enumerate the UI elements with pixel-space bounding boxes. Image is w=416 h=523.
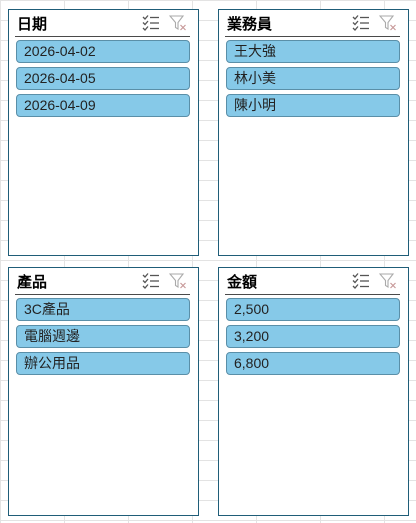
slicer-item[interactable]: 2026-04-05	[16, 67, 190, 90]
slicer-header: 金額	[225, 268, 400, 295]
slicer-item[interactable]: 2,500	[226, 298, 400, 321]
slicer-item[interactable]: 辦公用品	[16, 352, 190, 375]
slicer-item[interactable]: 2026-04-02	[16, 40, 190, 63]
multi-select-icon[interactable]	[352, 14, 370, 32]
slicer-item[interactable]: 2026-04-09	[16, 94, 190, 117]
slicer-item[interactable]: 陳小明	[226, 94, 400, 117]
slicer-salesperson: 業務員 王大強 林小美 陳小明	[218, 9, 409, 256]
clear-filter-icon[interactable]	[379, 272, 397, 290]
slicer-title: 產品	[17, 273, 48, 291]
slicer-item[interactable]: 6,800	[226, 352, 400, 375]
slicer-date: 日期 2026-04-02 2026-04-05 2026-04-09	[8, 9, 199, 256]
multi-select-icon[interactable]	[142, 14, 160, 32]
slicer-title: 業務員	[227, 15, 273, 33]
slicer-items: 2,500 3,200 6,800	[226, 298, 400, 379]
slicer-item[interactable]: 王大強	[226, 40, 400, 63]
slicer-item[interactable]: 電腦週邊	[16, 325, 190, 348]
clear-filter-icon[interactable]	[379, 14, 397, 32]
multi-select-icon[interactable]	[352, 272, 370, 290]
clear-filter-icon[interactable]	[169, 272, 187, 290]
slicer-items: 3C產品 電腦週邊 辦公用品	[16, 298, 190, 379]
slicer-product: 產品 3C產品 電腦週邊 辦公用品	[8, 267, 199, 516]
clear-filter-icon[interactable]	[169, 14, 187, 32]
slicer-items: 2026-04-02 2026-04-05 2026-04-09	[16, 40, 190, 121]
slicer-header: 產品	[15, 268, 190, 295]
slicer-header: 日期	[15, 10, 190, 37]
slicer-amount: 金額 2,500 3,200 6,800	[218, 267, 409, 516]
slicer-items: 王大強 林小美 陳小明	[226, 40, 400, 121]
slicer-title: 金額	[227, 273, 258, 291]
slicer-title: 日期	[17, 15, 48, 33]
slicer-header: 業務員	[225, 10, 400, 37]
slicer-item[interactable]: 3C產品	[16, 298, 190, 321]
slicer-item[interactable]: 林小美	[226, 67, 400, 90]
slicer-item[interactable]: 3,200	[226, 325, 400, 348]
multi-select-icon[interactable]	[142, 272, 160, 290]
